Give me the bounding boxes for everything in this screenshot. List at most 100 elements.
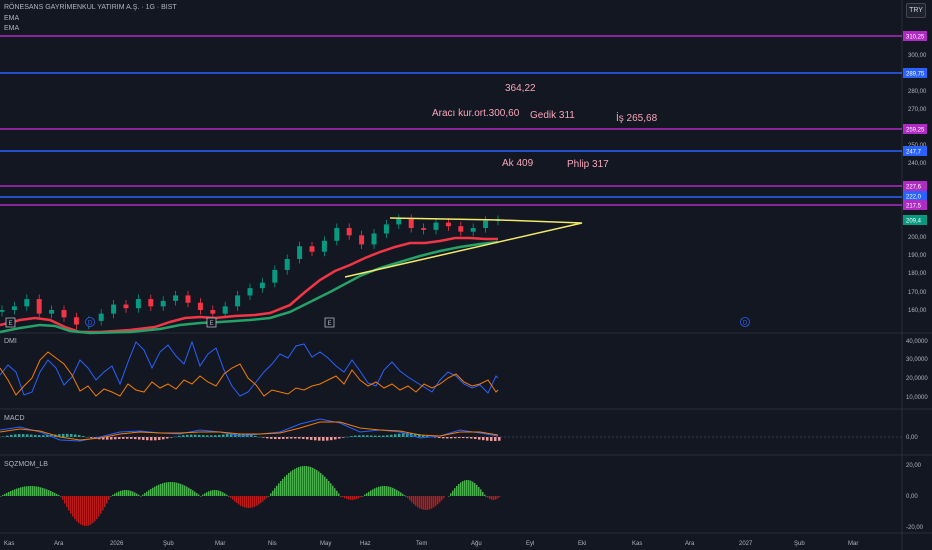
sqzmom-bar (450, 493, 452, 496)
dmi-pane-label[interactable]: DMI (4, 338, 17, 345)
sqzmom-bar (429, 496, 431, 510)
event-marker-dividend-2[interactable]: D (740, 317, 750, 327)
annotation-ak[interactable]: Ak 409 (502, 158, 534, 169)
macd-bar (450, 437, 453, 439)
sqzmom-bar (100, 496, 102, 514)
sqzmom-bar (58, 494, 60, 496)
event-marker-label: D (743, 321, 748, 327)
macd-bar (458, 437, 461, 439)
macd-bar (18, 434, 21, 437)
price-badge-310[interactable]: 310,25 (903, 31, 927, 41)
time-axis[interactable]: Kas Ara 2026 Şub Mar Nis May Haz Tem Ağu Eyl Eki Kas… (4, 541, 858, 547)
macd-bar (14, 434, 17, 437)
sqzmom-bar (441, 496, 443, 501)
dmi-axis[interactable]: 40,0000 30,0000 20,0000 10,0000 (906, 339, 928, 401)
sqzmom-bar (334, 488, 336, 496)
price-badge-label: 227,6 (906, 185, 922, 191)
sqzmom-bar (186, 486, 188, 496)
candle-body (309, 246, 315, 252)
event-marker-earnings-3[interactable]: E (324, 317, 335, 328)
price-badge-label: 289,75 (906, 72, 925, 78)
sqzmom-bar (374, 488, 376, 496)
price-badge-227[interactable]: 227,6 (903, 181, 927, 191)
macd-bar (202, 435, 205, 437)
time-axis-label: Eyl (526, 541, 534, 547)
macd-bar (306, 437, 309, 440)
macd-tick[interactable]: 0,00 (906, 435, 918, 441)
macd-bar (218, 434, 221, 437)
price-badge-label: 310,25 (906, 35, 925, 41)
macd-bar (162, 437, 165, 440)
sqzmom-axis[interactable]: 20,00 0,00 -20,00 (906, 463, 924, 531)
sqzmom-bar (50, 491, 52, 496)
macd-pane-label[interactable]: MACD (4, 415, 25, 422)
macd-bar (318, 437, 321, 441)
annotation-araci-kurum[interactable]: Aracı kur.ort.300,60 (432, 108, 520, 119)
macd-bar (122, 437, 125, 439)
macd-bar (178, 435, 181, 437)
sqzmom-bar (370, 490, 372, 496)
sqzmom-bar (286, 474, 288, 496)
price-badge-222[interactable]: 222,0 (903, 191, 927, 201)
sqzmom-bar (210, 490, 212, 496)
sqzmom-bar (46, 489, 48, 496)
sqzmom-bar (254, 496, 256, 507)
candle-body (359, 235, 365, 245)
sqzmom-bar (180, 483, 182, 496)
macd-bar (362, 435, 365, 437)
sqzmom-bar (82, 496, 84, 526)
sqzmom-bar (10, 491, 12, 496)
sqzmom-bar (142, 494, 144, 496)
sqzmom-bar (282, 478, 284, 496)
sqzmom-bar (52, 491, 54, 496)
sqzmom-bar (32, 486, 34, 496)
chart-canvas[interactable]: E D E E D 364,22 Aracı kur.ort.300,60 Ge… (0, 0, 932, 550)
price-badge-last[interactable]: 209,4 (903, 215, 927, 225)
price-badge-217[interactable]: 217,5 (903, 200, 927, 210)
annotation-gedik[interactable]: Gedik 311 (530, 110, 575, 121)
sqzmom-bar (495, 496, 497, 500)
candle-body (259, 282, 265, 289)
candle-body (0, 310, 5, 312)
macd-bar (358, 435, 361, 437)
price-badge-259[interactable]: 259,25 (903, 124, 927, 134)
sqzmom-bar (136, 493, 138, 496)
sqzmom-bar (238, 496, 240, 505)
annotation-364[interactable]: 364,22 (505, 83, 536, 94)
candlestick-series (0, 214, 501, 330)
sqzmom-bar (16, 488, 18, 496)
sqzmom-bar (140, 496, 142, 497)
sqzmom-bar (402, 493, 404, 496)
event-marker-dividend-1[interactable]: D (85, 317, 95, 327)
sqzmom-bar (419, 496, 421, 509)
annotation-is[interactable]: İş 265,68 (616, 111, 658, 124)
macd-bar (334, 437, 337, 440)
event-marker-earnings-2[interactable]: E (206, 317, 217, 328)
macd-bar (490, 437, 493, 441)
annotation-philip[interactable]: Phlip 317 (567, 159, 609, 170)
sqzmom-bar (411, 496, 413, 503)
event-marker-label: E (209, 321, 213, 327)
price-badge-247[interactable]: 247,7 (903, 146, 927, 156)
sqzmom-bar (232, 496, 234, 500)
sqzmom-bar (230, 496, 232, 498)
macd-bar (182, 435, 185, 437)
sqzmom-bar (146, 491, 148, 496)
sqzmom-bar (44, 488, 46, 496)
candle-body (371, 233, 377, 245)
price-badge-289[interactable]: 289,75 (903, 68, 927, 78)
time-axis-label: Kas (4, 541, 14, 547)
sqzmom-bar (8, 491, 10, 496)
macd-bar (106, 437, 109, 440)
sqzmom-bar (70, 496, 72, 514)
event-marker-earnings-1[interactable]: E (5, 317, 16, 328)
sqzmom-bar (350, 496, 352, 500)
time-axis-label: Kas (632, 541, 642, 547)
candle-body (321, 240, 327, 252)
sqzmom-pane-label[interactable]: SQZMOM_LB (4, 461, 48, 468)
macd-bar (210, 435, 213, 437)
time-axis-label: 2027 (739, 541, 753, 547)
sqzmom-bar (270, 493, 272, 496)
sqzmom-bar (162, 483, 164, 496)
candle-body (383, 224, 389, 234)
